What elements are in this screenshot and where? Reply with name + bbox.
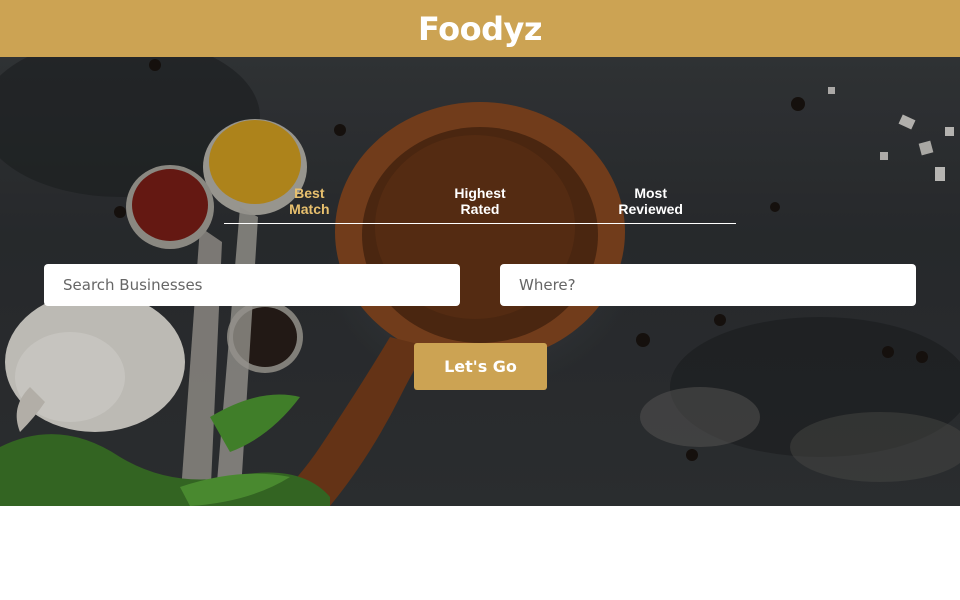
tab-label-line: Rated bbox=[460, 201, 500, 217]
tab-label-line: Most bbox=[634, 185, 667, 201]
site-header: Foodyz bbox=[0, 0, 960, 57]
tab-label-line: Highest bbox=[454, 185, 506, 201]
tab-label-line: Match bbox=[289, 201, 330, 217]
logo[interactable]: Foodyz bbox=[418, 13, 542, 45]
tab-best-match[interactable]: Best Match bbox=[224, 185, 395, 223]
sort-tabs: Best Match Highest Rated Most Reviewed bbox=[224, 185, 736, 224]
tab-highest-rated[interactable]: Highest Rated bbox=[395, 185, 566, 223]
hero-banner: BestMatch HighestRated MostReviewed Let'… bbox=[0, 57, 960, 506]
tab-most-reviewed[interactable]: Most Reviewed bbox=[565, 185, 736, 223]
lets-go-button[interactable]: Let's Go bbox=[414, 343, 547, 390]
business-search-input[interactable] bbox=[44, 264, 460, 306]
location-input[interactable] bbox=[500, 264, 916, 306]
tab-label-line: Best bbox=[294, 185, 325, 201]
tab-label-line: Reviewed bbox=[618, 201, 683, 217]
search-row bbox=[44, 264, 916, 306]
